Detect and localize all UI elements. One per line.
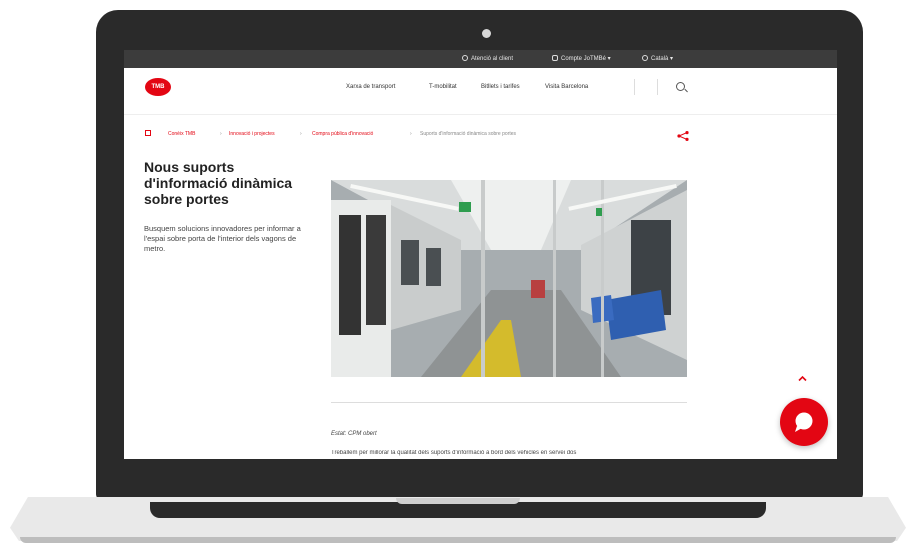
page-title: Nous suports d'informació dinàmica sobre… [144,159,293,207]
nav-visita-barcelona[interactable]: Visita Barcelona [545,84,588,90]
browser-screen: Atenció al client Compte JoTMBé ▾ Català… [124,50,837,459]
breadcrumb-item[interactable]: Innovació i projectes [229,131,275,137]
article-paragraph: Treballem per millorar la qualitat dels … [331,450,577,456]
laptop-base-shadow [20,537,896,543]
chat-button[interactable] [780,398,828,446]
nav-bitllets-tarifes[interactable]: Bitllets i tarifes [481,84,520,90]
chevron-up-icon[interactable] [798,374,807,383]
breadcrumb-item[interactable]: Conèix TMB [168,131,195,137]
breadcrumb-item[interactable]: Compra pública d'innovació [312,131,373,137]
nav-separator [634,79,635,95]
user-icon [552,55,558,61]
clock-icon [462,55,468,61]
nav-t-mobilitat[interactable]: T-mobilitat [429,84,457,90]
laptop-hinge [396,498,520,504]
nav-separator [657,79,658,95]
share-icon[interactable] [677,131,689,141]
laptop-base-keyboard [150,502,766,518]
content-divider [331,402,687,403]
status-text: Estat: CPM obert [331,431,377,437]
home-icon[interactable] [145,130,151,136]
customer-service-link[interactable]: Atenció al client [462,55,513,62]
chat-icon [795,412,813,432]
site-header: TMB Xarxa de transport T-mobilitat Bitll… [124,68,837,115]
metro-interior-photo [331,180,687,377]
account-link[interactable]: Compte JoTMBé ▾ [552,55,611,62]
utility-bar: Atenció al client Compte JoTMBé ▾ Català… [124,50,837,68]
camera [482,29,491,38]
article-lead: Busquem solucions innovadores per inform… [144,224,301,253]
globe-icon [642,55,648,61]
breadcrumb-current: Suports d'informació dinàmica sobre port… [420,131,517,137]
nav-xarxa-transport[interactable]: Xarxa de transport [346,84,395,90]
search-icon[interactable] [676,82,685,91]
tmb-logo[interactable]: TMB [145,78,171,96]
language-selector[interactable]: Català ▾ [642,55,673,62]
